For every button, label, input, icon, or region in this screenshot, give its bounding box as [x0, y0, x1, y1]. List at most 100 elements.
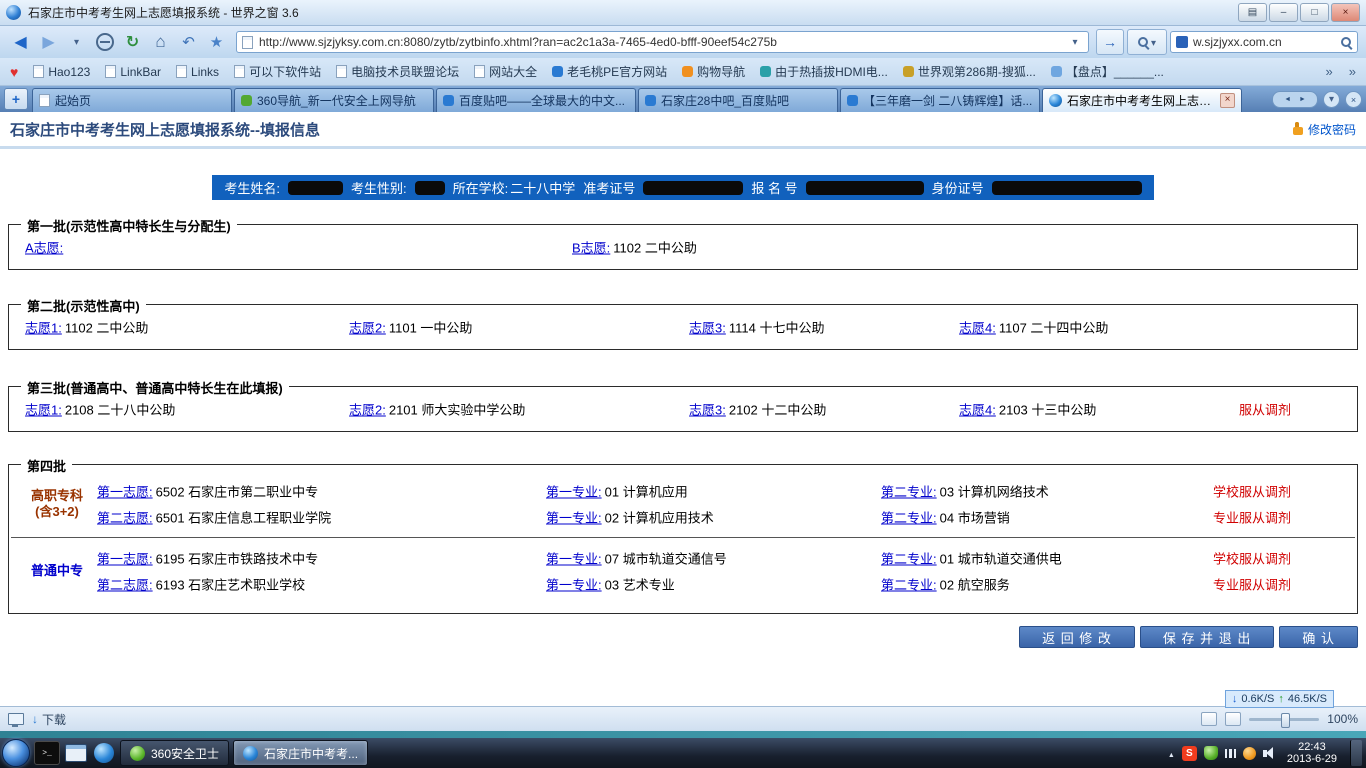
search-go-icon[interactable]: [1341, 36, 1352, 48]
bookmark-item[interactable]: 可以下软件站: [234, 63, 321, 80]
tab-baidu-tieba[interactable]: 百度贴吧——全球最大的中文...: [436, 88, 636, 112]
bookmark-item[interactable]: 电脑技术员联盟论坛: [336, 63, 459, 80]
start-button[interactable]: [2, 739, 30, 767]
tab-360-nav[interactable]: 360导航_新一代安全上网导航: [234, 88, 434, 112]
maximize-button[interactable]: [1300, 3, 1329, 22]
exam-ticket-redacted: [643, 180, 744, 195]
tab-list-button[interactable]: [1323, 91, 1340, 108]
bookmark-item[interactable]: 【盘点】______...: [1050, 63, 1164, 80]
bookmark-label: 由于热插拔HDMI电...: [775, 65, 888, 79]
bookmark-label: 【盘点】______...: [1065, 65, 1164, 79]
volunteer-field: B志愿: 1102 二中公助: [572, 238, 697, 257]
new-tab-button[interactable]: [4, 88, 28, 110]
bookmark-item[interactable]: LinkBar: [105, 65, 161, 79]
bookmarks-overflow-button[interactable]: [1326, 64, 1333, 79]
network-signal-icon[interactable]: [1224, 748, 1236, 758]
back-button[interactable]: [8, 30, 33, 54]
bookmark-item[interactable]: 由于热插拔HDMI电...: [760, 63, 888, 80]
speaker-icon[interactable]: [1262, 746, 1273, 759]
volunteer-field: 志愿1: 1102 二中公助: [25, 318, 148, 337]
vocational-college-group: 高职专科 (含3+2) 第一志愿: 6502 石家庄市第二职业中专 第一专业: 01…: [9, 473, 1357, 535]
taskbar-app-360[interactable]: 360安全卫士: [120, 740, 230, 766]
stop-button[interactable]: [92, 30, 117, 54]
major-field: 第一专业: 03 艺术专业: [546, 575, 675, 594]
tray-clock[interactable]: 22:43 2013-6-29: [1287, 741, 1337, 765]
zoom-slider[interactable]: [1249, 712, 1320, 728]
volunteer-field: 志愿2: 2101 师大实验中学公助: [349, 400, 525, 419]
window-titlebar: 石家庄市中考考生网上志愿填报系统 - 世界之窗 3.6: [0, 0, 1366, 26]
tab-start-page[interactable]: 起始页: [32, 88, 232, 112]
speedball-tray-icon[interactable]: [1242, 746, 1256, 760]
exam-ticket-label: 准考证号: [583, 181, 636, 196]
major-field: 第一专业: 07 城市轨道交通信号: [546, 549, 727, 568]
bookmark-item[interactable]: 世界观第286期-搜狐...: [902, 63, 1036, 80]
page-header: 石家庄市中考考生网上志愿填报系统--填报信息 修改密码: [0, 112, 1366, 149]
status-tool-icon[interactable]: [1225, 712, 1242, 726]
volunteer-label: 志愿1:: [25, 402, 62, 418]
browser-logo-icon: [6, 5, 21, 20]
download-indicator[interactable]: 下载: [32, 711, 66, 728]
undo-close-button[interactable]: [176, 30, 201, 54]
url-dropdown-button[interactable]: [1067, 32, 1083, 52]
address-bar[interactable]: http://www.sjzjyksy.com.cn:8080/zytb/zyt…: [236, 31, 1089, 53]
volunteer-label: 志愿2:: [349, 402, 386, 418]
bookmark-label: Hao123: [48, 64, 91, 79]
chevron-down-icon: [1151, 33, 1156, 51]
favorites-heart-icon[interactable]: [10, 64, 18, 80]
scroll-left-icon[interactable]: [1284, 96, 1291, 103]
pinned-browser-icon[interactable]: [92, 742, 116, 764]
bookmark-item[interactable]: 网站大全: [474, 63, 537, 80]
batch-4-panel: 第四批 高职专科 (含3+2) 第一志愿: 6502 石家庄市第二职业中专 第一专…: [8, 456, 1358, 614]
forward-button[interactable]: [36, 30, 61, 54]
window-menu-button[interactable]: [1238, 3, 1267, 22]
confirm-button[interactable]: 确 认: [1279, 626, 1358, 648]
search-engine-menu-button[interactable]: [1127, 29, 1167, 55]
major-value: 07 城市轨道交通信号: [604, 551, 727, 567]
save-exit-button[interactable]: 保 存 并 退 出: [1139, 626, 1275, 648]
tab-zhiyuan-system[interactable]: 石家庄市中考考生网上志愿填...: [1042, 88, 1242, 112]
history-dropdown-button[interactable]: [64, 30, 89, 54]
home-button[interactable]: [148, 30, 173, 54]
bookmark-item[interactable]: Hao123: [33, 65, 90, 79]
refresh-button[interactable]: [120, 30, 145, 54]
close-tabs-button[interactable]: [1345, 91, 1362, 108]
bookmark-label: 电脑技术员联盟论坛: [351, 65, 460, 79]
bookmark-item[interactable]: Links: [176, 65, 219, 79]
download-speed-icon: [1232, 693, 1238, 705]
favorites-button[interactable]: [204, 30, 229, 54]
search-box[interactable]: w.sjzjyxx.com.cn: [1170, 31, 1358, 53]
tab-scroll-control[interactable]: [1272, 91, 1318, 108]
tab-label: 石家庄市中考考生网上志愿填...: [1067, 94, 1215, 108]
return-modify-button[interactable]: 返 回 修 改: [1019, 626, 1135, 648]
search-input[interactable]: w.sjzjyxx.com.cn: [1193, 35, 1336, 49]
tab-close-icon[interactable]: [1220, 93, 1235, 108]
pinned-explorer-icon[interactable]: [64, 742, 88, 764]
sogou-tray-icon[interactable]: [1181, 745, 1197, 761]
change-password-link[interactable]: 修改密码: [1292, 121, 1356, 138]
student-name-label: 考生姓名:: [224, 181, 281, 196]
360-tray-icon[interactable]: [1203, 746, 1218, 760]
zoom-level: 100%: [1327, 712, 1358, 726]
taskbar-app-browser[interactable]: 石家庄市中考考...: [233, 740, 369, 766]
zoom-slider-thumb[interactable]: [1281, 712, 1291, 728]
minimize-button[interactable]: [1269, 3, 1298, 22]
360-shield-icon: [130, 745, 145, 761]
close-button[interactable]: [1331, 3, 1360, 22]
status-tool-icon[interactable]: [1201, 712, 1218, 726]
major-label: 第二专业:: [881, 510, 937, 526]
pinned-terminal-icon[interactable]: >_: [34, 741, 60, 765]
bookmark-favicon: [234, 65, 246, 78]
bookmark-item[interactable]: 老毛桃PE官方网站: [552, 63, 667, 80]
volunteer-value: 6502 石家庄市第二职业中专: [155, 484, 319, 500]
go-button[interactable]: [1096, 29, 1124, 55]
student-school-value: 二十八中学: [510, 181, 576, 196]
bookmark-item[interactable]: 购物导航: [682, 63, 745, 80]
volunteer-row: 第二志愿: 6501 石家庄信息工程职业学院 第一专业: 02 计算机应用技术 第二…: [9, 505, 1357, 529]
scroll-right-icon[interactable]: [1299, 96, 1306, 103]
show-desktop-button[interactable]: [1350, 740, 1362, 766]
tray-expand-button[interactable]: [1168, 744, 1175, 762]
clock-date: 2013-6-29: [1286, 753, 1337, 765]
toolbar-overflow-button[interactable]: [1349, 64, 1356, 79]
tab-sjz-28-tieba[interactable]: 石家庄28中吧_百度贴吧: [638, 88, 838, 112]
tab-tieba-post[interactable]: 【三年磨一剑 二八铸辉煌】话...: [840, 88, 1040, 112]
